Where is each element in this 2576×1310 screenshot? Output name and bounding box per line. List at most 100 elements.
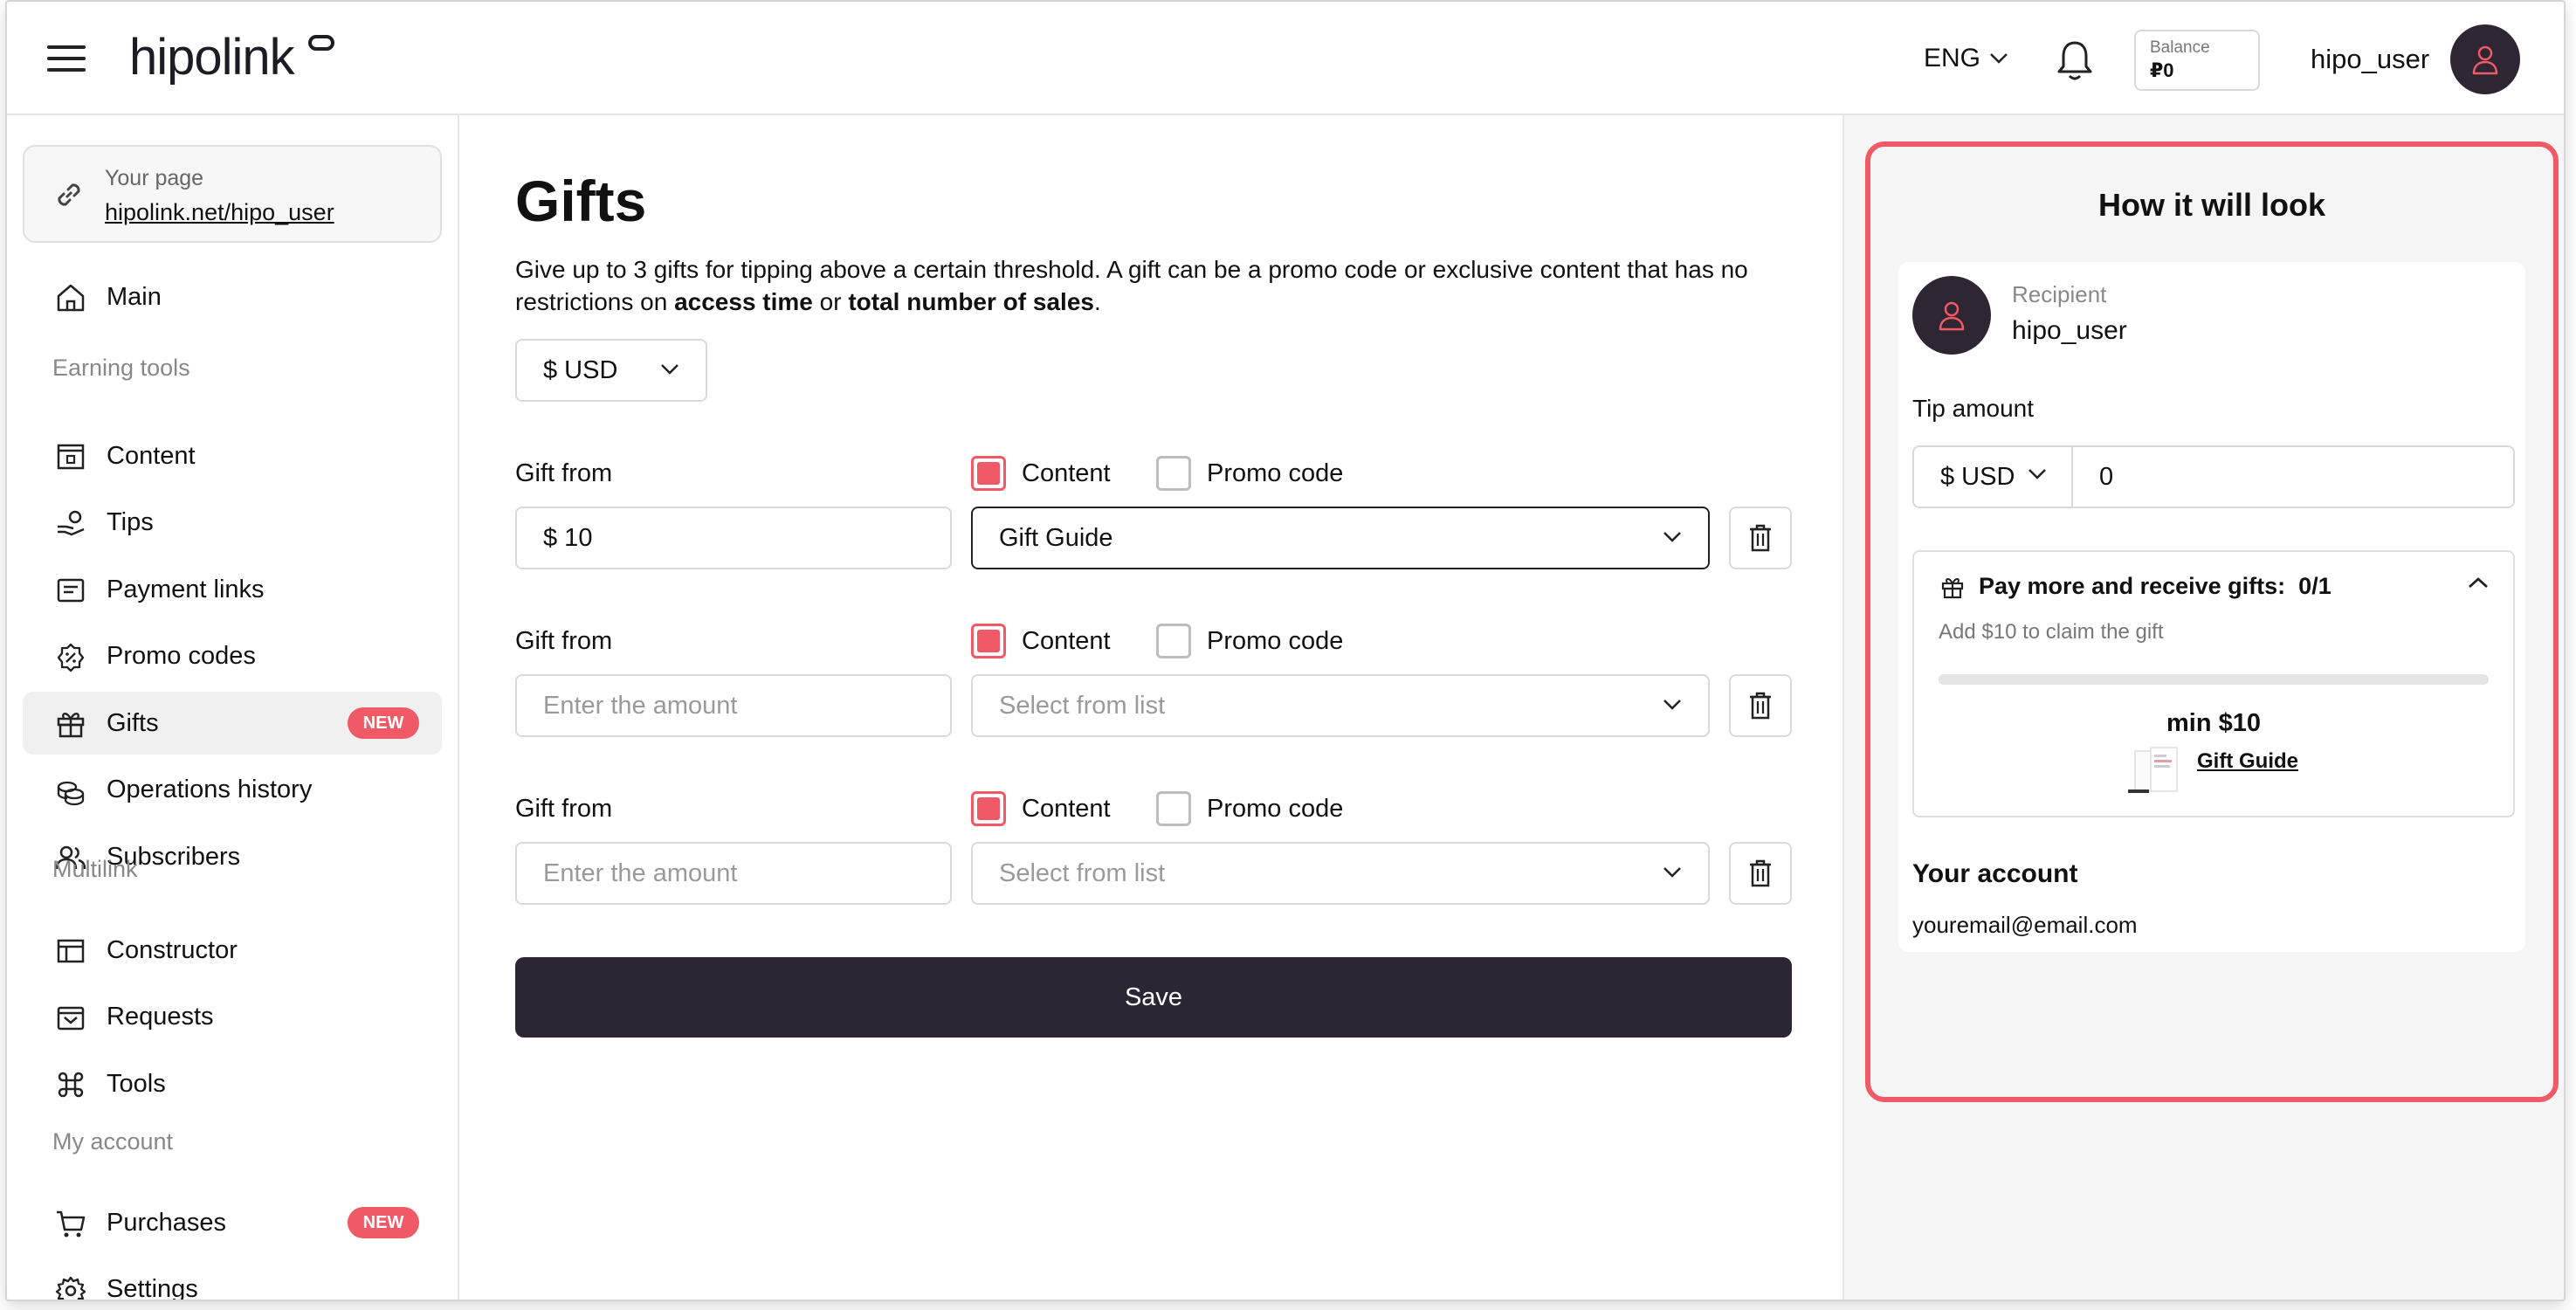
gift-from-label: Gift from (515, 795, 613, 823)
sidebar-item-payment-links[interactable]: Payment links (23, 558, 442, 621)
cart-icon (57, 1210, 86, 1238)
promo-code-checkbox[interactable] (1156, 624, 1191, 658)
content-checkbox[interactable] (971, 791, 1006, 826)
new-badge: NEW (348, 707, 419, 739)
logo[interactable]: hipolink (129, 28, 295, 86)
sidebar-item-label: Payment links (107, 575, 265, 603)
preview-card: Recipient hipo_user Tip amount $ USD 0 P… (1898, 262, 2525, 952)
gifts-heading: Pay more and receive gifts: 0/1 (1979, 573, 2331, 599)
tools-icon (58, 1072, 84, 1098)
promo-code-checkbox[interactable] (1156, 456, 1191, 491)
operations-history-icon (57, 781, 85, 805)
requests-icon (57, 1006, 85, 1030)
sidebar-item-content[interactable]: Content (23, 424, 442, 487)
tip-currency-select[interactable]: $ USD (1914, 447, 2073, 507)
gift-amount-input[interactable] (515, 674, 952, 737)
gift-link[interactable]: Gift Guide (2197, 749, 2298, 774)
balance-widget[interactable]: Balance ₽0 (2134, 30, 2260, 91)
sidebar-item-purchases[interactable]: Purchases NEW (23, 1191, 442, 1254)
delete-gift-button[interactable] (1729, 507, 1792, 569)
user-icon (1939, 301, 1965, 331)
your-page-url[interactable]: hipolink.net/hipo_user (105, 199, 334, 226)
recipient-name: hipo_user (2012, 316, 2127, 345)
header-username[interactable]: hipo_user (2311, 44, 2429, 75)
promo-code-checkbox-label: Promo code (1207, 459, 1344, 487)
preview-title: How it will look (2098, 187, 2325, 223)
gift-item-select[interactable]: Select from list (971, 842, 1710, 905)
chevron-down-icon (1663, 532, 1681, 542)
sidebar-item-tips[interactable]: Tips (23, 492, 442, 555)
gift-from-label: Gift from (515, 459, 613, 487)
tip-amount-field: $ USD 0 (1912, 445, 2515, 508)
sidebar-item-label: Tools (107, 1069, 166, 1098)
sidebar-item-label: Operations history (107, 776, 313, 803)
gift-min-label: min $10 (2166, 709, 2261, 737)
gift-icon (1941, 578, 1964, 599)
content-checkbox-label: Content (1022, 795, 1111, 823)
delete-gift-button[interactable] (1729, 674, 1792, 737)
sidebar-item-label: Constructor (107, 935, 238, 964)
your-page-label: Your page (105, 166, 204, 190)
sidebar-item-label: Requests (107, 1003, 214, 1031)
content-checkbox[interactable] (971, 456, 1006, 491)
content-checkbox[interactable] (971, 624, 1006, 658)
delete-gift-button[interactable] (1729, 842, 1792, 905)
gift-from-label: Gift from (515, 627, 613, 655)
tips-icon (58, 510, 85, 535)
preview-highlight-frame: How it will look Recipient hipo_user Tip… (1865, 141, 2559, 1102)
gift-item-select-value: Select from list (999, 691, 1166, 720)
sidebar-item-main[interactable]: Main (23, 265, 442, 328)
promo-code-checkbox-label: Promo code (1207, 627, 1344, 655)
trash-icon (1750, 859, 1771, 887)
language-label: ENG (1924, 44, 1981, 72)
chevron-up-icon[interactable] (2468, 576, 2489, 589)
your-page-card[interactable]: Your page hipolink.net/hipo_user (23, 145, 442, 243)
gift-item-select[interactable]: Select from list (971, 674, 1710, 737)
gift-item-select-value: Select from list (999, 858, 1166, 887)
section-my-account: My account (52, 1128, 174, 1155)
chevron-down-icon (661, 364, 678, 375)
sidebar-item-gifts[interactable]: Gifts NEW (23, 692, 442, 755)
sidebar: Your page hipolink.net/hipo_user Main Ea… (7, 115, 459, 1301)
sidebar-item-operations-history[interactable]: Operations history (23, 759, 442, 822)
sidebar-item-promo-codes[interactable]: Promo codes (23, 625, 442, 688)
user-avatar[interactable] (2450, 24, 2520, 94)
gift-amount-input[interactable] (515, 842, 952, 905)
sidebar-item-label: Settings (107, 1275, 198, 1301)
logo-mark-icon (308, 35, 334, 51)
gift-amount-input[interactable] (515, 507, 952, 569)
chevron-down-icon (1990, 53, 2008, 64)
sidebar-item-tools[interactable]: Tools (23, 1052, 442, 1115)
payment-links-icon (57, 578, 85, 603)
sidebar-item-settings[interactable]: Settings (23, 1258, 442, 1301)
gift-icon (57, 713, 85, 738)
gift-item-select[interactable]: Gift Guide (971, 507, 1710, 569)
section-earning-tools: Earning tools (52, 355, 190, 381)
sidebar-item-label: Content (107, 441, 196, 470)
chevron-down-icon (2028, 469, 2046, 479)
preview-panel: How it will look Recipient hipo_user Tip… (1842, 115, 2564, 1300)
currency-select[interactable]: $ USD (515, 339, 707, 402)
page-description: Give up to 3 gifts for tipping above a c… (515, 256, 1748, 315)
bell-icon[interactable] (2055, 38, 2095, 82)
recipient-label: Recipient (2012, 281, 2107, 307)
save-button[interactable]: Save (515, 957, 1792, 1038)
sidebar-item-requests[interactable]: Requests (23, 986, 442, 1049)
constructor-icon (57, 939, 85, 963)
gifts-subtext: Add $10 to claim the gift (1939, 620, 2164, 644)
chevron-down-icon (1663, 700, 1681, 710)
your-account-title: Your account (1912, 859, 2078, 888)
user-icon (2472, 45, 2498, 75)
menu-icon[interactable] (47, 45, 86, 73)
currency-value: $ USD (543, 355, 618, 384)
balance-label: Balance (2150, 38, 2210, 57)
tip-amount-input[interactable]: 0 (2099, 463, 2113, 492)
account-email: youremail@email.com (1912, 912, 2138, 938)
language-selector[interactable]: ENG (1924, 44, 2008, 73)
chevron-down-icon (1663, 867, 1681, 878)
promo-code-checkbox[interactable] (1156, 791, 1191, 826)
gifts-count: 0/1 (2298, 573, 2331, 599)
sidebar-item-constructor[interactable]: Constructor (23, 919, 442, 982)
tip-currency-value: $ USD (1940, 462, 2015, 491)
gift-thumbnail (2128, 747, 2178, 793)
